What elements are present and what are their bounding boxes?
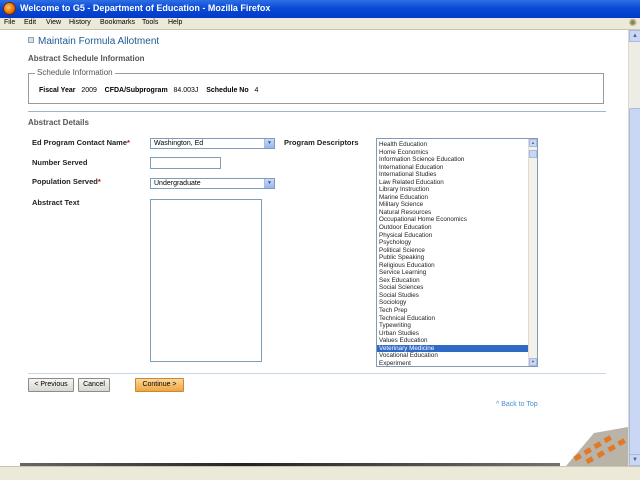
page-content: Maintain Formula Allotment Abstract Sche… <box>0 30 628 466</box>
descriptor-option[interactable]: Religious Education <box>377 262 528 270</box>
collapse-icon[interactable] <box>28 37 34 43</box>
contact-name-label: Ed Program Contact Name* <box>32 138 130 147</box>
previous-button[interactable]: < Previous <box>28 378 74 392</box>
abstract-text-area[interactable] <box>150 199 262 362</box>
descriptor-option[interactable]: Political Science <box>377 247 528 255</box>
schedule-no-value: 4 <box>254 87 259 94</box>
footer-decoration <box>560 425 628 466</box>
descriptor-option[interactable]: Experiment <box>377 360 528 366</box>
section-abstract-details: Abstract Details <box>28 118 89 127</box>
menu-tools[interactable]: Tools <box>142 19 158 26</box>
number-served-input[interactable] <box>150 157 221 169</box>
window-titlebar: Welcome to G5 - Department of Education … <box>0 0 640 18</box>
back-to-top-link[interactable]: ^ Back to Top <box>496 401 538 408</box>
descriptor-option[interactable]: Service Learning <box>377 269 528 277</box>
contact-name-select[interactable]: Washington, Ed ▼ <box>150 138 275 149</box>
schedule-no-label: Schedule No <box>206 87 249 94</box>
menu-help[interactable]: Help <box>168 19 182 26</box>
footer-decoration-graphic <box>560 425 628 466</box>
descriptor-option[interactable]: Military Science <box>377 201 528 209</box>
section-abstract-schedule: Abstract Schedule Information <box>28 54 145 63</box>
menu-bookmarks[interactable]: Bookmarks <box>100 19 135 26</box>
descriptor-option[interactable]: Natural Resources <box>377 209 528 217</box>
fiscal-year-label: Fiscal Year <box>39 87 76 94</box>
descriptor-option[interactable]: International Education <box>377 164 528 172</box>
throbber-icon: ✺ <box>628 18 637 29</box>
status-bar <box>0 466 640 480</box>
descriptor-option[interactable]: Social Sciences <box>377 284 528 292</box>
descriptor-option[interactable]: Marine Education <box>377 194 528 202</box>
descriptor-option[interactable]: Tech Prep <box>377 307 528 315</box>
scroll-up-icon[interactable]: ▲ <box>629 30 640 42</box>
descriptor-option[interactable]: Sociology <box>377 299 528 307</box>
descriptor-option[interactable]: Law Related Education <box>377 179 528 187</box>
descriptor-option[interactable]: Library Instruction <box>377 186 528 194</box>
page-scrollbar[interactable]: ▲ ▼ <box>628 30 640 466</box>
listbox-scroll-thumb[interactable] <box>529 150 537 158</box>
menu-bar: File Edit View History Bookmarks Tools H… <box>0 18 640 30</box>
descriptor-option[interactable]: Veterinary Medicine <box>377 344 528 353</box>
descriptor-option[interactable]: Information Science Education <box>377 156 528 164</box>
continue-button[interactable]: Continue > <box>135 378 184 392</box>
population-served-value: Undergraduate <box>154 180 201 187</box>
cancel-button[interactable]: Cancel <box>78 378 110 392</box>
schedule-info-fieldset: Schedule Information Fiscal Year 2009 CF… <box>28 68 604 104</box>
descriptor-option[interactable]: Typewriting <box>377 322 528 330</box>
population-served-select[interactable]: Undergraduate ▼ <box>150 178 275 189</box>
page-scroll-thumb[interactable] <box>629 108 640 458</box>
scroll-down-icon[interactable]: ▼ <box>529 358 537 366</box>
population-served-label: Population Served* <box>32 177 101 186</box>
cfda-value: 84.003J <box>173 87 199 94</box>
menu-file[interactable]: File <box>4 19 15 26</box>
cfda-label: CFDA/Subprogram <box>104 87 168 94</box>
descriptor-option[interactable]: Technical Education <box>377 315 528 323</box>
program-descriptors-label: Program Descriptors <box>284 138 359 147</box>
menu-history[interactable]: History <box>69 19 91 26</box>
descriptor-option[interactable]: Physical Education <box>377 232 528 240</box>
schedule-info-row: Fiscal Year 2009 CFDA/Subprogram 84.003J… <box>39 87 258 94</box>
descriptor-option[interactable]: Occupational Home Economics <box>377 216 528 224</box>
descriptor-option[interactable]: Home Economics <box>377 149 528 157</box>
menu-edit[interactable]: Edit <box>24 19 36 26</box>
form-divider <box>28 373 606 374</box>
contact-name-value: Washington, Ed <box>154 140 204 147</box>
number-served-label: Number Served <box>32 158 88 167</box>
descriptor-option[interactable]: Outdoor Education <box>377 224 528 232</box>
descriptor-option[interactable]: Urban Studies <box>377 330 528 338</box>
firefox-icon <box>3 2 16 15</box>
scroll-up-icon[interactable]: ▲ <box>529 139 537 147</box>
descriptor-option[interactable]: International Studies <box>377 171 528 179</box>
scroll-down-icon[interactable]: ▼ <box>629 454 640 466</box>
descriptor-option[interactable]: Sex Education <box>377 277 528 285</box>
program-descriptors-listbox[interactable]: Health Education Home Economics Informatio… <box>376 138 538 367</box>
fiscal-year-value: 2009 <box>81 87 97 94</box>
listbox-scrollbar[interactable]: ▲ ▼ <box>528 139 537 366</box>
chevron-down-icon[interactable]: ▼ <box>264 179 274 188</box>
section-divider <box>28 111 606 112</box>
menu-view[interactable]: View <box>46 19 61 26</box>
descriptor-option[interactable]: Vocational Education <box>377 352 528 360</box>
descriptor-option[interactable]: Values Education <box>377 337 528 345</box>
window-title: Welcome to G5 - Department of Education … <box>20 3 271 13</box>
page-title: Maintain Formula Allotment <box>28 36 159 47</box>
descriptor-list: Health Education Home Economics Informatio… <box>377 141 528 366</box>
descriptor-option[interactable]: Health Education <box>377 141 528 149</box>
descriptor-option[interactable]: Public Speaking <box>377 254 528 262</box>
page-title-text: Maintain Formula Allotment <box>38 36 160 47</box>
schedule-info-legend: Schedule Information <box>35 68 115 77</box>
descriptor-option[interactable]: Social Studies <box>377 292 528 300</box>
descriptor-option[interactable]: Psychology <box>377 239 528 247</box>
abstract-text-label: Abstract Text <box>32 198 80 207</box>
chevron-down-icon[interactable]: ▼ <box>264 139 274 148</box>
